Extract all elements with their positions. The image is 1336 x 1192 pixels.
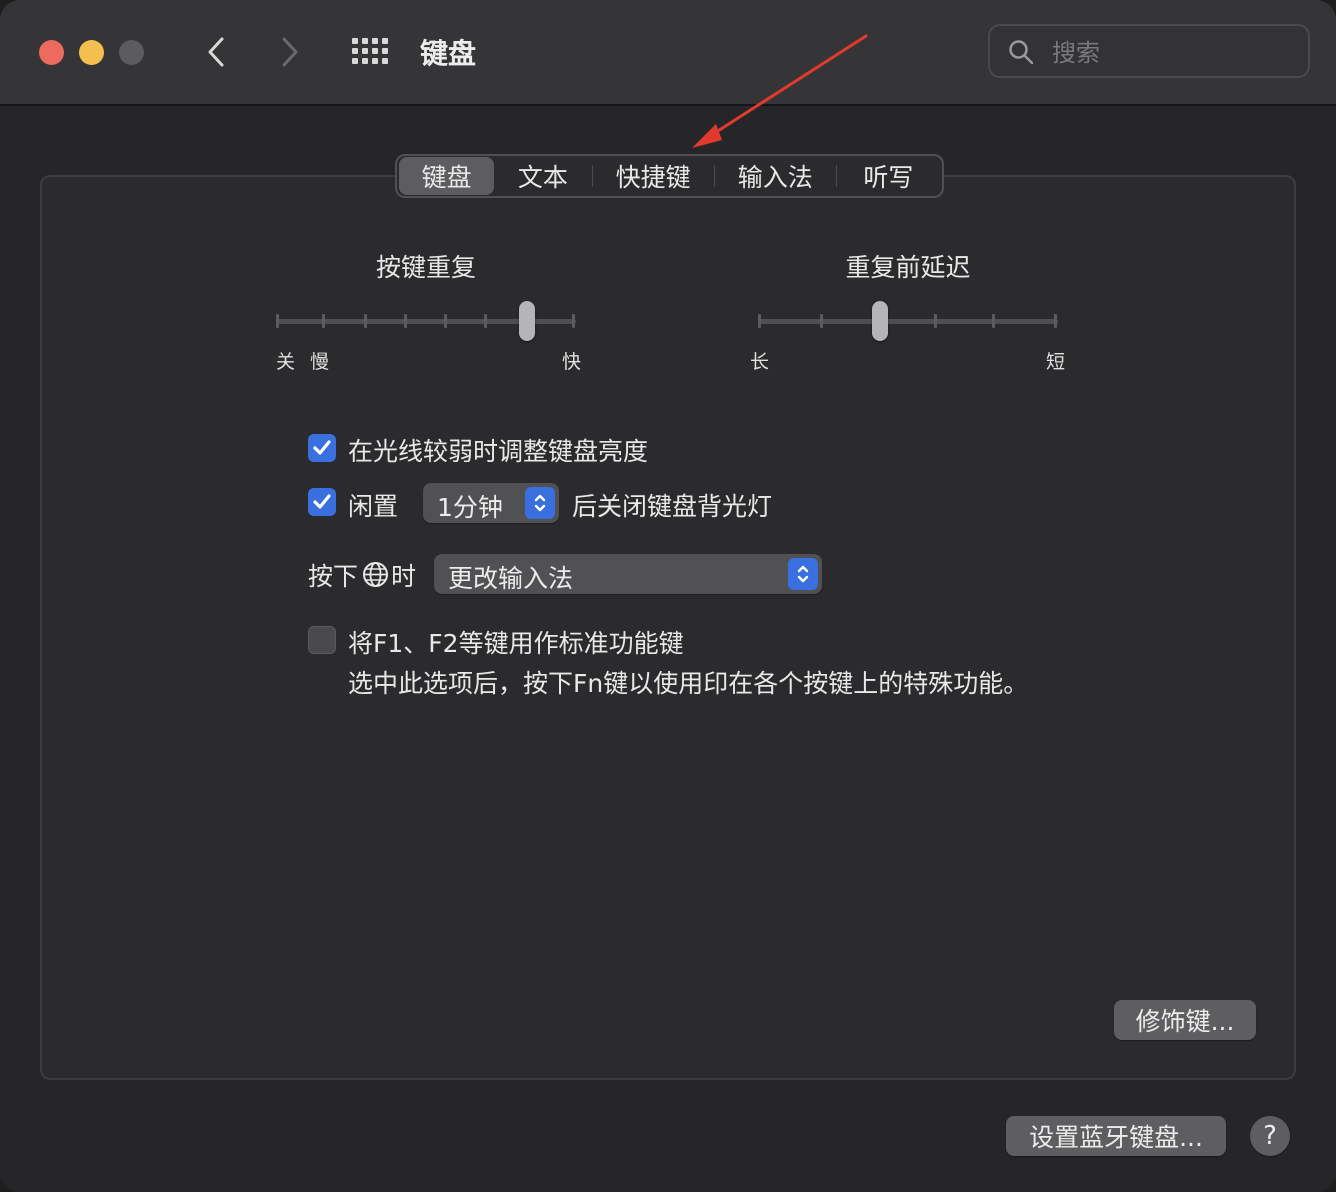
adjust-brightness-checkbox[interactable] xyxy=(308,434,336,462)
checkmark-icon xyxy=(313,494,331,509)
key-repeat-label-fast: 快 xyxy=(562,351,582,373)
title-bar: 键盘 xyxy=(0,0,1336,106)
slider-tick xyxy=(1054,314,1057,328)
updown-chevron-icon xyxy=(788,558,818,590)
back-button[interactable] xyxy=(196,30,236,74)
fn-keys-description: 选中此选项后，按下Fn键以使用印在各个按键上的特殊功能。 xyxy=(348,669,1029,698)
forward-button[interactable] xyxy=(270,30,310,74)
slider-tick xyxy=(820,314,823,328)
slider-tick xyxy=(572,314,575,328)
fn-keys-checkbox[interactable] xyxy=(308,626,336,654)
fn-keys-label: 将F1、F2等键用作标准功能键 xyxy=(348,629,684,658)
tab-dictation[interactable]: 听写 xyxy=(837,157,940,195)
globe-key-suffix: 时 xyxy=(391,562,417,591)
slider-track xyxy=(758,319,1058,324)
search-field[interactable] xyxy=(988,24,1310,78)
globe-key-action-select[interactable]: 更改输入法 xyxy=(434,554,822,594)
checkmark-icon xyxy=(313,440,331,455)
tab-shortcuts[interactable]: 快捷键 xyxy=(593,157,714,195)
backlight-off-checkbox[interactable] xyxy=(308,488,336,516)
delay-until-repeat-knob[interactable] xyxy=(872,301,888,341)
zoom-button[interactable] xyxy=(119,40,144,65)
delay-label-short: 短 xyxy=(1046,351,1066,373)
setup-bluetooth-keyboard-button[interactable]: 设置蓝牙键盘... xyxy=(1006,1116,1226,1156)
updown-chevron-icon xyxy=(525,487,555,519)
adjust-brightness-label: 在光线较弱时调整键盘亮度 xyxy=(348,437,649,466)
close-button[interactable] xyxy=(39,40,64,65)
slider-tick xyxy=(444,314,447,328)
key-repeat-knob[interactable] xyxy=(519,301,535,341)
slider-tick xyxy=(276,314,279,328)
slider-tick xyxy=(758,314,761,328)
backlight-off-suffix: 后关闭键盘背光灯 xyxy=(572,492,773,521)
window-title: 键盘 xyxy=(420,37,477,70)
modifier-keys-button[interactable]: 修饰键... xyxy=(1114,1000,1256,1040)
show-all-grid-icon[interactable] xyxy=(352,38,390,66)
slider-tick xyxy=(322,314,325,328)
chevron-right-icon xyxy=(282,37,298,67)
backlight-timeout-value: 1分钟 xyxy=(437,493,503,522)
key-repeat-title: 按键重复 xyxy=(375,253,476,282)
key-repeat-label-off: 关 xyxy=(276,351,296,373)
search-icon xyxy=(1009,40,1034,65)
tab-bar: 键盘 文本 快捷键 输入法 听写 xyxy=(395,154,944,198)
slider-tick xyxy=(404,314,407,328)
system-preferences-window: 键盘 键盘 文本 快捷键 输入法 听写 按键重复 关 慢 快 重 xyxy=(0,0,1336,1192)
slider-tick xyxy=(484,314,487,328)
slider-tick xyxy=(364,314,367,328)
minimize-button[interactable] xyxy=(79,40,104,65)
globe-key-action-value: 更改输入法 xyxy=(448,564,574,593)
delay-until-repeat-title: 重复前延迟 xyxy=(845,253,971,282)
tab-input-sources[interactable]: 输入法 xyxy=(715,157,836,195)
help-button[interactable]: ? xyxy=(1250,1116,1290,1156)
key-repeat-label-slow: 慢 xyxy=(310,351,330,373)
chevron-left-icon xyxy=(208,37,224,67)
slider-tick xyxy=(992,314,995,328)
delay-label-long: 长 xyxy=(750,351,770,373)
globe-key-prefix: 按下 xyxy=(308,562,359,591)
slider-tick xyxy=(934,314,937,328)
backlight-timeout-select[interactable]: 1分钟 xyxy=(423,483,559,523)
search-input[interactable] xyxy=(1050,34,1294,72)
globe-icon xyxy=(363,562,388,587)
backlight-off-prefix: 闲置 xyxy=(348,492,399,521)
tab-keyboard[interactable]: 键盘 xyxy=(399,157,495,195)
tab-text[interactable]: 文本 xyxy=(494,157,591,195)
